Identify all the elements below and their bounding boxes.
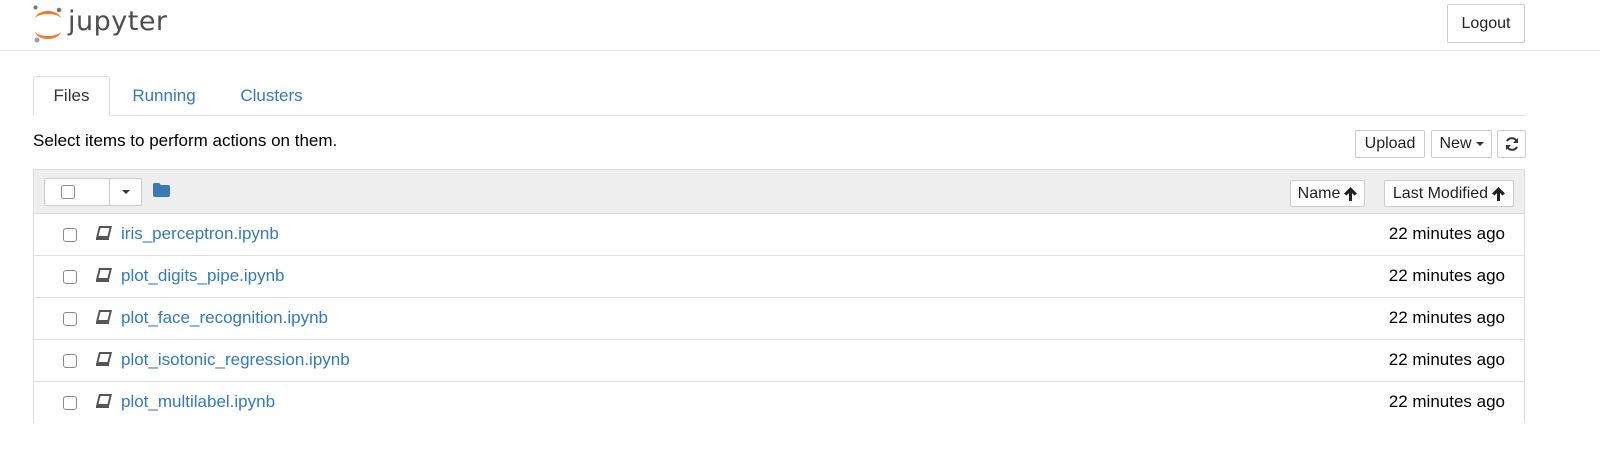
tab-clusters[interactable]: Clusters [229,76,314,116]
arrow-up-icon [1492,186,1506,201]
row-checkbox[interactable] [63,354,77,368]
sort-modified-button[interactable]: Last Modified [1384,180,1514,207]
tab-files[interactable]: Files [33,76,110,116]
refresh-button[interactable] [1497,130,1526,158]
logout-button[interactable]: Logout [1447,4,1525,43]
file-link[interactable]: plot_face_recognition.ipynb [121,308,328,328]
list-item[interactable]: plot_multilabel.ipynb 22 minutes ago [34,382,1524,424]
modified-time: 22 minutes ago [1388,392,1505,411]
list-item[interactable]: plot_digits_pipe.ipynb 22 minutes ago [34,256,1524,298]
sort-name-label: Name [1297,184,1341,202]
file-link[interactable]: plot_digits_pipe.ipynb [121,266,285,286]
header-bar: jupyter Logout [0,0,1600,51]
modified-time: 22 minutes ago [1388,266,1505,285]
tab-bar: Files Running Clusters [33,76,1525,116]
select-all-checkbox[interactable] [61,185,75,199]
file-list-header: Name Last Modified [34,170,1524,214]
new-dropdown-button[interactable]: New [1431,130,1492,158]
select-dropdown-button[interactable] [109,178,142,206]
row-checkbox[interactable] [63,270,77,284]
modified-time: 22 minutes ago [1388,224,1505,243]
list-item[interactable]: plot_isotonic_regression.ipynb 22 minute… [34,340,1524,382]
row-checkbox[interactable] [63,228,77,242]
file-list: Name Last Modified iris_perceptron.ipynb… [33,169,1525,424]
file-link[interactable]: iris_perceptron.ipynb [121,224,279,244]
jupyter-logo-icon [33,5,62,43]
caret-down-icon [121,190,130,194]
caret-down-icon [1475,142,1484,146]
jupyter-logo[interactable]: jupyter [33,5,168,43]
file-link[interactable]: plot_multilabel.ipynb [121,392,275,412]
folder-icon[interactable] [153,183,170,197]
file-link[interactable]: plot_isotonic_regression.ipynb [121,350,350,370]
notebook-icon [96,268,112,282]
tab-running[interactable]: Running [119,76,209,116]
upload-button[interactable]: Upload [1355,130,1425,158]
list-item[interactable]: plot_face_recognition.ipynb 22 minutes a… [34,298,1524,340]
notebook-icon [96,226,112,240]
row-checkbox[interactable] [63,396,77,410]
sort-name-button[interactable]: Name [1290,180,1365,207]
modified-time: 22 minutes ago [1388,350,1505,369]
refresh-icon [1505,137,1518,151]
arrow-up-icon [1344,186,1358,201]
sort-modified-label: Last Modified [1392,184,1489,202]
row-checkbox[interactable] [63,312,77,326]
notebook-icon [96,394,112,408]
new-button-label: New [1439,135,1472,152]
instructions-text: Select items to perform actions on them. [33,131,338,150]
notebook-icon [96,310,112,324]
notebook-icon [96,352,112,366]
modified-time: 22 minutes ago [1388,308,1505,327]
list-item[interactable]: iris_perceptron.ipynb 22 minutes ago [34,214,1524,256]
logo-text: jupyter [68,5,168,37]
